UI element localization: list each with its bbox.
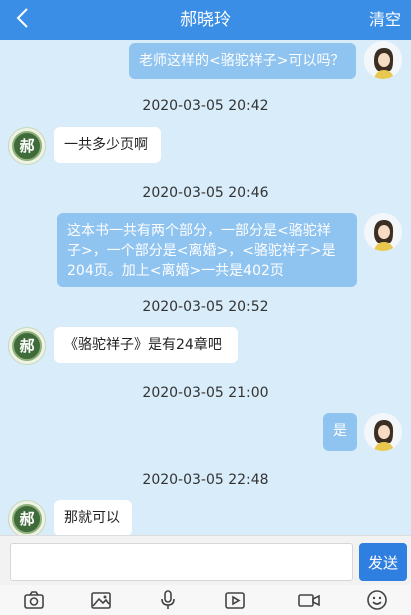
video-camera-icon xyxy=(298,594,320,607)
user-avatar-icon xyxy=(364,413,402,451)
message-text: 那就可以 xyxy=(64,510,120,526)
avatar[interactable]: 郝 xyxy=(8,327,46,365)
message-text: 老师这样的<骆驼祥子>可以吗？ xyxy=(139,53,345,69)
avatar-initial: 郝 xyxy=(19,337,35,355)
clear-button[interactable]: 清空 xyxy=(369,0,401,40)
message-bubble: 《骆驼祥子》是有24章吧 xyxy=(54,327,238,363)
send-button[interactable]: 发送 xyxy=(359,543,407,581)
image-icon xyxy=(91,592,111,609)
message-text: 一共多少页啊 xyxy=(64,137,148,153)
media-toolbar xyxy=(0,585,411,615)
message-bubble: 那就可以 xyxy=(54,500,132,535)
message-input[interactable] xyxy=(10,543,353,581)
avatar[interactable] xyxy=(364,41,402,79)
input-bar: 发送 xyxy=(0,535,411,585)
timestamp: 2020-03-05 20:52 xyxy=(142,299,269,315)
user-avatar-icon xyxy=(364,41,402,79)
message-text: 是 xyxy=(333,423,347,439)
message-bubble: 老师这样的<骆驼祥子>可以吗？ xyxy=(129,43,356,79)
microphone-icon xyxy=(161,590,175,609)
message-text: 《骆驼祥子》是有24章吧 xyxy=(64,337,222,353)
avatar[interactable]: 郝 xyxy=(8,500,46,535)
camera-button[interactable] xyxy=(22,588,46,612)
timestamp: 2020-03-05 20:46 xyxy=(142,185,269,201)
message-text-line: 这本书一共有两个部分，一部分是<骆驼祥 xyxy=(67,223,331,239)
video-button[interactable] xyxy=(223,588,247,612)
message-text-line: 204页。加上<离婚>一共是402页 xyxy=(67,263,284,279)
page-title: 郝晓玲 xyxy=(180,10,231,30)
message-bubble: 一共多少页啊 xyxy=(54,127,161,163)
avatar[interactable]: 郝 xyxy=(8,127,46,165)
avatar[interactable] xyxy=(364,413,402,451)
timestamp: 2020-03-05 21:00 xyxy=(142,385,269,401)
message-bubble: 是 xyxy=(323,413,357,451)
header-bar: 郝晓玲 清空 xyxy=(0,0,411,40)
video-call-button[interactable] xyxy=(297,588,321,612)
avatar[interactable] xyxy=(364,213,402,251)
video-play-icon xyxy=(225,592,245,609)
emoji-icon xyxy=(367,590,387,610)
emoji-button[interactable] xyxy=(365,588,389,612)
avatar-initial: 郝 xyxy=(19,137,35,155)
timestamp: 2020-03-05 20:42 xyxy=(142,98,269,114)
timestamp: 2020-03-05 22:48 xyxy=(142,472,269,488)
image-button[interactable] xyxy=(89,588,113,612)
user-avatar-icon xyxy=(364,213,402,251)
avatar-initial: 郝 xyxy=(19,510,35,528)
camera-icon xyxy=(24,591,44,609)
voice-button[interactable] xyxy=(156,588,180,612)
message-text-line: 子>，一个部分是<离婚>，<骆驼祥子>是 xyxy=(67,243,336,259)
message-bubble: 这本书一共有两个部分，一部分是<骆驼祥 子>，一个部分是<离婚>，<骆驼祥子>是… xyxy=(57,213,357,287)
chat-area[interactable]: 老师这样的<骆驼祥子>可以吗？ 2020-03-05 20:42 郝 一共多少页… xyxy=(0,40,411,535)
